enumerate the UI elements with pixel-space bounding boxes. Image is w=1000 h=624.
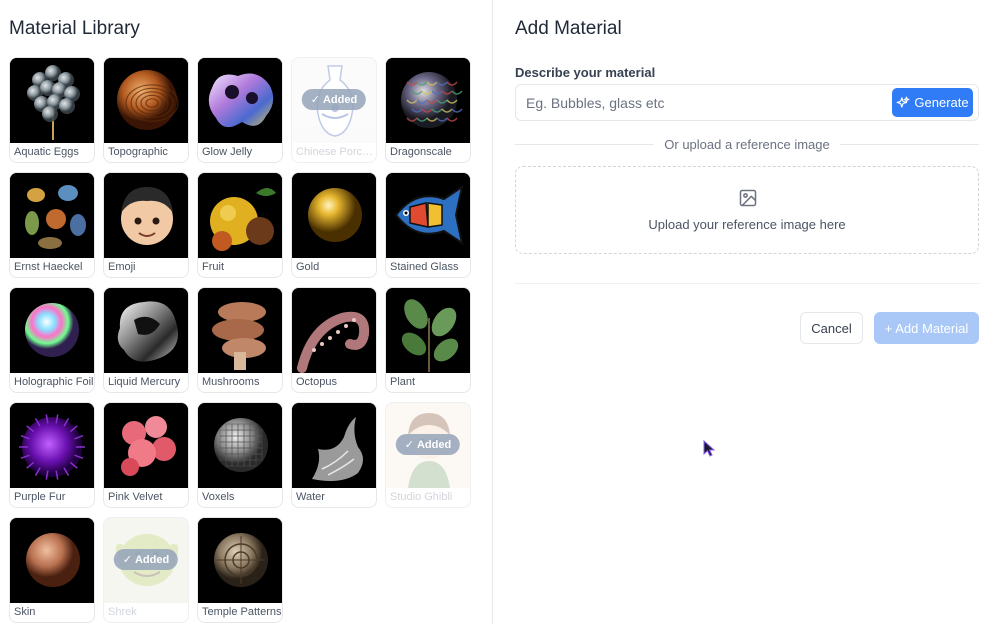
material-card-label: Emoji <box>108 261 136 273</box>
material-card[interactable]: Shrek ✓ Added <box>103 517 189 623</box>
material-card[interactable]: Voxels <box>197 402 283 508</box>
check-icon: ✓ <box>122 554 132 566</box>
cancel-button[interactable]: Cancel <box>800 312 863 344</box>
library-title: Material Library <box>9 18 140 39</box>
skin-thumb <box>10 518 94 603</box>
voxels-thumb <box>198 403 282 488</box>
purple-fur-thumb <box>10 403 94 488</box>
upload-dropzone[interactable]: Upload your reference image here <box>515 166 979 254</box>
gold-thumb <box>292 173 376 258</box>
material-card[interactable]: Studio Ghibli ✓ Added <box>385 402 471 508</box>
material-card-label: Pink Velvet <box>108 491 163 503</box>
material-card-label: Temple Patterns <box>202 606 282 618</box>
material-card[interactable]: Gold <box>291 172 377 278</box>
material-card[interactable]: Octopus <box>291 287 377 393</box>
material-card-label: Stained Glass <box>390 261 459 273</box>
describe-label: Describe your material <box>515 65 656 80</box>
material-card[interactable]: Skin <box>9 517 95 623</box>
upload-text: Upload your reference image here <box>648 217 846 232</box>
divider-rule-right <box>839 143 980 145</box>
holographic-foil-thumb <box>10 288 94 373</box>
material-card-label: Mushrooms <box>202 376 260 388</box>
aquatic-eggs-thumb <box>10 58 94 143</box>
app-root: Material Library Aquatic Eggs Topographi… <box>0 0 1000 624</box>
check-icon: ✓ <box>404 439 414 451</box>
material-card[interactable]: Plant <box>385 287 471 393</box>
material-card-label: Glow Jelly <box>202 146 253 158</box>
or-upload-text: Or upload a reference image <box>664 136 830 152</box>
ernst-haeckel-thumb <box>10 173 94 258</box>
added-badge-label: Added <box>134 554 170 566</box>
material-card-label: Octopus <box>296 376 337 388</box>
describe-field: Generate <box>515 84 979 121</box>
material-card-label: Liquid Mercury <box>108 376 181 388</box>
temple-patterns-thumb <box>198 518 282 603</box>
material-card-label: Ernst Haeckel <box>14 261 83 273</box>
material-card[interactable]: Water <box>291 402 377 508</box>
material-card-label: Voxels <box>202 491 235 503</box>
or-divider: Or upload a reference image <box>515 136 980 152</box>
mushrooms-thumb <box>198 288 282 373</box>
glow-jelly-thumb <box>198 58 282 143</box>
material-card-label: Holographic Foil <box>14 376 94 388</box>
added-badge: ✓ Added <box>113 549 179 570</box>
material-card[interactable]: Stained Glass <box>385 172 471 278</box>
material-card[interactable]: Dragonscale <box>385 57 471 163</box>
added-badge: ✓ Added <box>395 434 461 455</box>
material-card-label: Skin <box>14 606 36 618</box>
material-card[interactable]: Ernst Haeckel <box>9 172 95 278</box>
material-card[interactable]: Glow Jelly <box>197 57 283 163</box>
material-library-panel: Material Library Aquatic Eggs Topographi… <box>0 0 493 624</box>
material-card[interactable]: Fruit <box>197 172 283 278</box>
material-card-label: Topographic <box>108 146 168 158</box>
topographic-thumb <box>104 58 188 143</box>
water-thumb <box>292 403 376 488</box>
material-card[interactable]: Topographic <box>103 57 189 163</box>
material-card[interactable]: Aquatic Eggs <box>9 57 95 163</box>
emoji-thumb <box>104 173 188 258</box>
material-card[interactable]: Holographic Foil <box>9 287 95 393</box>
pink-velvet-thumb <box>104 403 188 488</box>
material-card[interactable]: Mushrooms <box>197 287 283 393</box>
added-badge-label: Added <box>416 439 452 451</box>
material-card-label: Gold <box>296 261 320 273</box>
generate-label: Generate <box>914 95 969 110</box>
material-card-label: Plant <box>390 376 416 388</box>
stained-glass-thumb <box>386 173 470 258</box>
material-card-label: Studio Ghibli <box>390 491 453 503</box>
material-card-label: Water <box>296 491 325 503</box>
material-card-label: Purple Fur <box>14 491 66 503</box>
added-badge-label: Added <box>322 94 358 106</box>
material-card-label: Chinese Porcelain <box>296 146 376 158</box>
material-card[interactable]: Purple Fur <box>9 402 95 508</box>
octopus-thumb <box>292 288 376 373</box>
mouse-cursor-icon <box>703 440 716 457</box>
dragonscale-thumb <box>386 58 470 143</box>
liquid-mercury-thumb <box>104 288 188 373</box>
add-material-panel: Add Material Describe your material Gene… <box>494 0 1000 624</box>
material-card[interactable]: Pink Velvet <box>103 402 189 508</box>
material-card[interactable]: Chinese Porcelain ✓Added <box>291 57 377 163</box>
material-card[interactable]: Liquid Mercury <box>103 287 189 393</box>
add-material-title: Add Material <box>515 18 622 39</box>
image-icon <box>739 189 757 207</box>
material-card-label: Aquatic Eggs <box>14 146 79 158</box>
sparkles-icon <box>896 96 910 108</box>
fruit-thumb <box>198 173 282 258</box>
material-card-label: Fruit <box>202 261 224 273</box>
material-card[interactable]: Emoji <box>103 172 189 278</box>
material-grid: Aquatic Eggs Topographic Glow Jelly Chin… <box>9 57 479 623</box>
describe-input[interactable] <box>526 93 886 113</box>
add-material-button[interactable]: + Add Material <box>874 312 979 344</box>
generate-button[interactable]: Generate <box>892 88 973 117</box>
material-card-label: Shrek <box>108 606 137 618</box>
section-divider <box>515 283 979 284</box>
check-icon: ✓ <box>310 94 320 106</box>
divider-rule-left <box>515 143 655 145</box>
material-card[interactable]: Temple Patterns <box>197 517 283 623</box>
material-card-label: Dragonscale <box>390 146 452 158</box>
plant-thumb <box>386 288 470 373</box>
added-badge: ✓ Added <box>301 89 367 110</box>
